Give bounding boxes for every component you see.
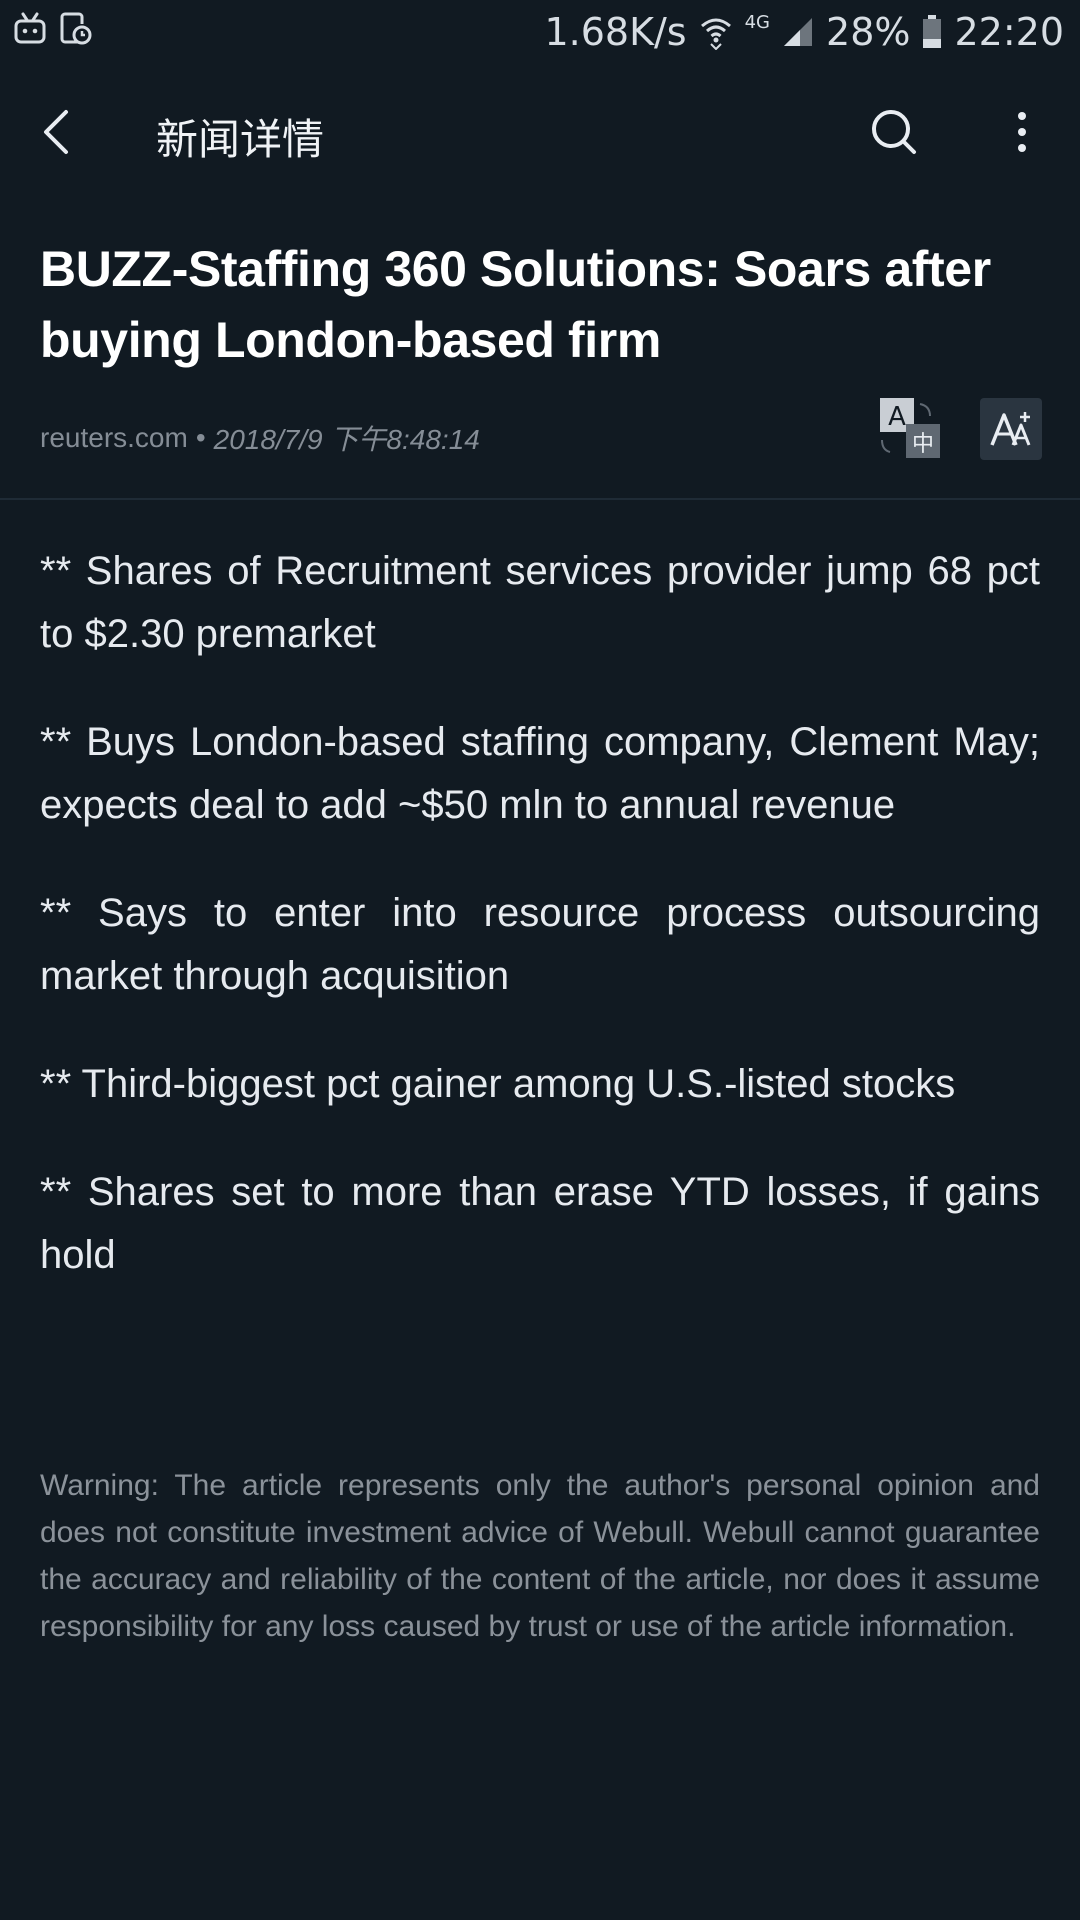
more-options-button[interactable] <box>1000 102 1044 162</box>
search-icon <box>872 110 916 154</box>
translate-cjk-glyph: 中 <box>912 432 934 457</box>
article-date: 2018/7/9 下午8:48:14 <box>213 424 480 455</box>
article-source[interactable]: reuters.com <box>40 422 188 454</box>
battery-icon <box>923 15 942 48</box>
clock: 22:20 <box>954 10 1064 54</box>
article-paragraph: ** Buys London-based staffing company, C… <box>40 720 1040 827</box>
article-paragraph: ** Third-biggest pct gainer among U.S.-l… <box>40 1062 956 1106</box>
article-meta: reuters.com • 2018/7/9 下午8:48:14 <box>40 418 480 458</box>
translate-latin-glyph: A <box>888 402 906 432</box>
network-type: 4G <box>744 12 771 33</box>
chevron-left-icon <box>44 110 68 154</box>
article-paragraph: ** Shares of Recruitment services provid… <box>40 549 1040 656</box>
disclaimer-text: Warning: The article represents only the… <box>40 1469 1040 1643</box>
article-paragraph: ** Says to enter into resource process o… <box>40 891 1040 998</box>
search-button[interactable] <box>864 102 924 162</box>
wifi-icon <box>700 18 731 50</box>
header-divider <box>0 498 1080 500</box>
status-indicators: 1.68K/s 4G 28% 22:20 <box>544 10 1064 54</box>
status-bar: 1.68K/s 4G 28% 22:20 <box>0 0 1080 66</box>
signal-icon <box>784 18 813 46</box>
more-vertical-icon <box>1018 112 1026 152</box>
tv-app-icon <box>14 12 46 44</box>
app-bar: 新闻详情 <box>0 88 1080 178</box>
article-headline: BUZZ-Staffing 360 Solutions: Soars after… <box>40 241 991 368</box>
meta-separator: • <box>195 422 206 453</box>
screen-time-icon <box>60 12 92 45</box>
back-button[interactable] <box>28 104 84 160</box>
battery-percent: 28% <box>826 10 911 54</box>
article-body: ** Shares of Recruitment services provid… <box>40 540 1040 1332</box>
font-size-button[interactable] <box>980 398 1042 460</box>
page-title: 新闻详情 <box>156 115 325 164</box>
network-speed: 1.68K/s <box>544 10 687 54</box>
article-paragraph: ** Shares set to more than erase YTD los… <box>40 1170 1040 1277</box>
translate-button[interactable]: A 中 <box>878 396 944 462</box>
status-notifications <box>14 12 92 46</box>
translate-icon: A 中 <box>880 398 940 458</box>
font-size-icon <box>990 412 1031 446</box>
